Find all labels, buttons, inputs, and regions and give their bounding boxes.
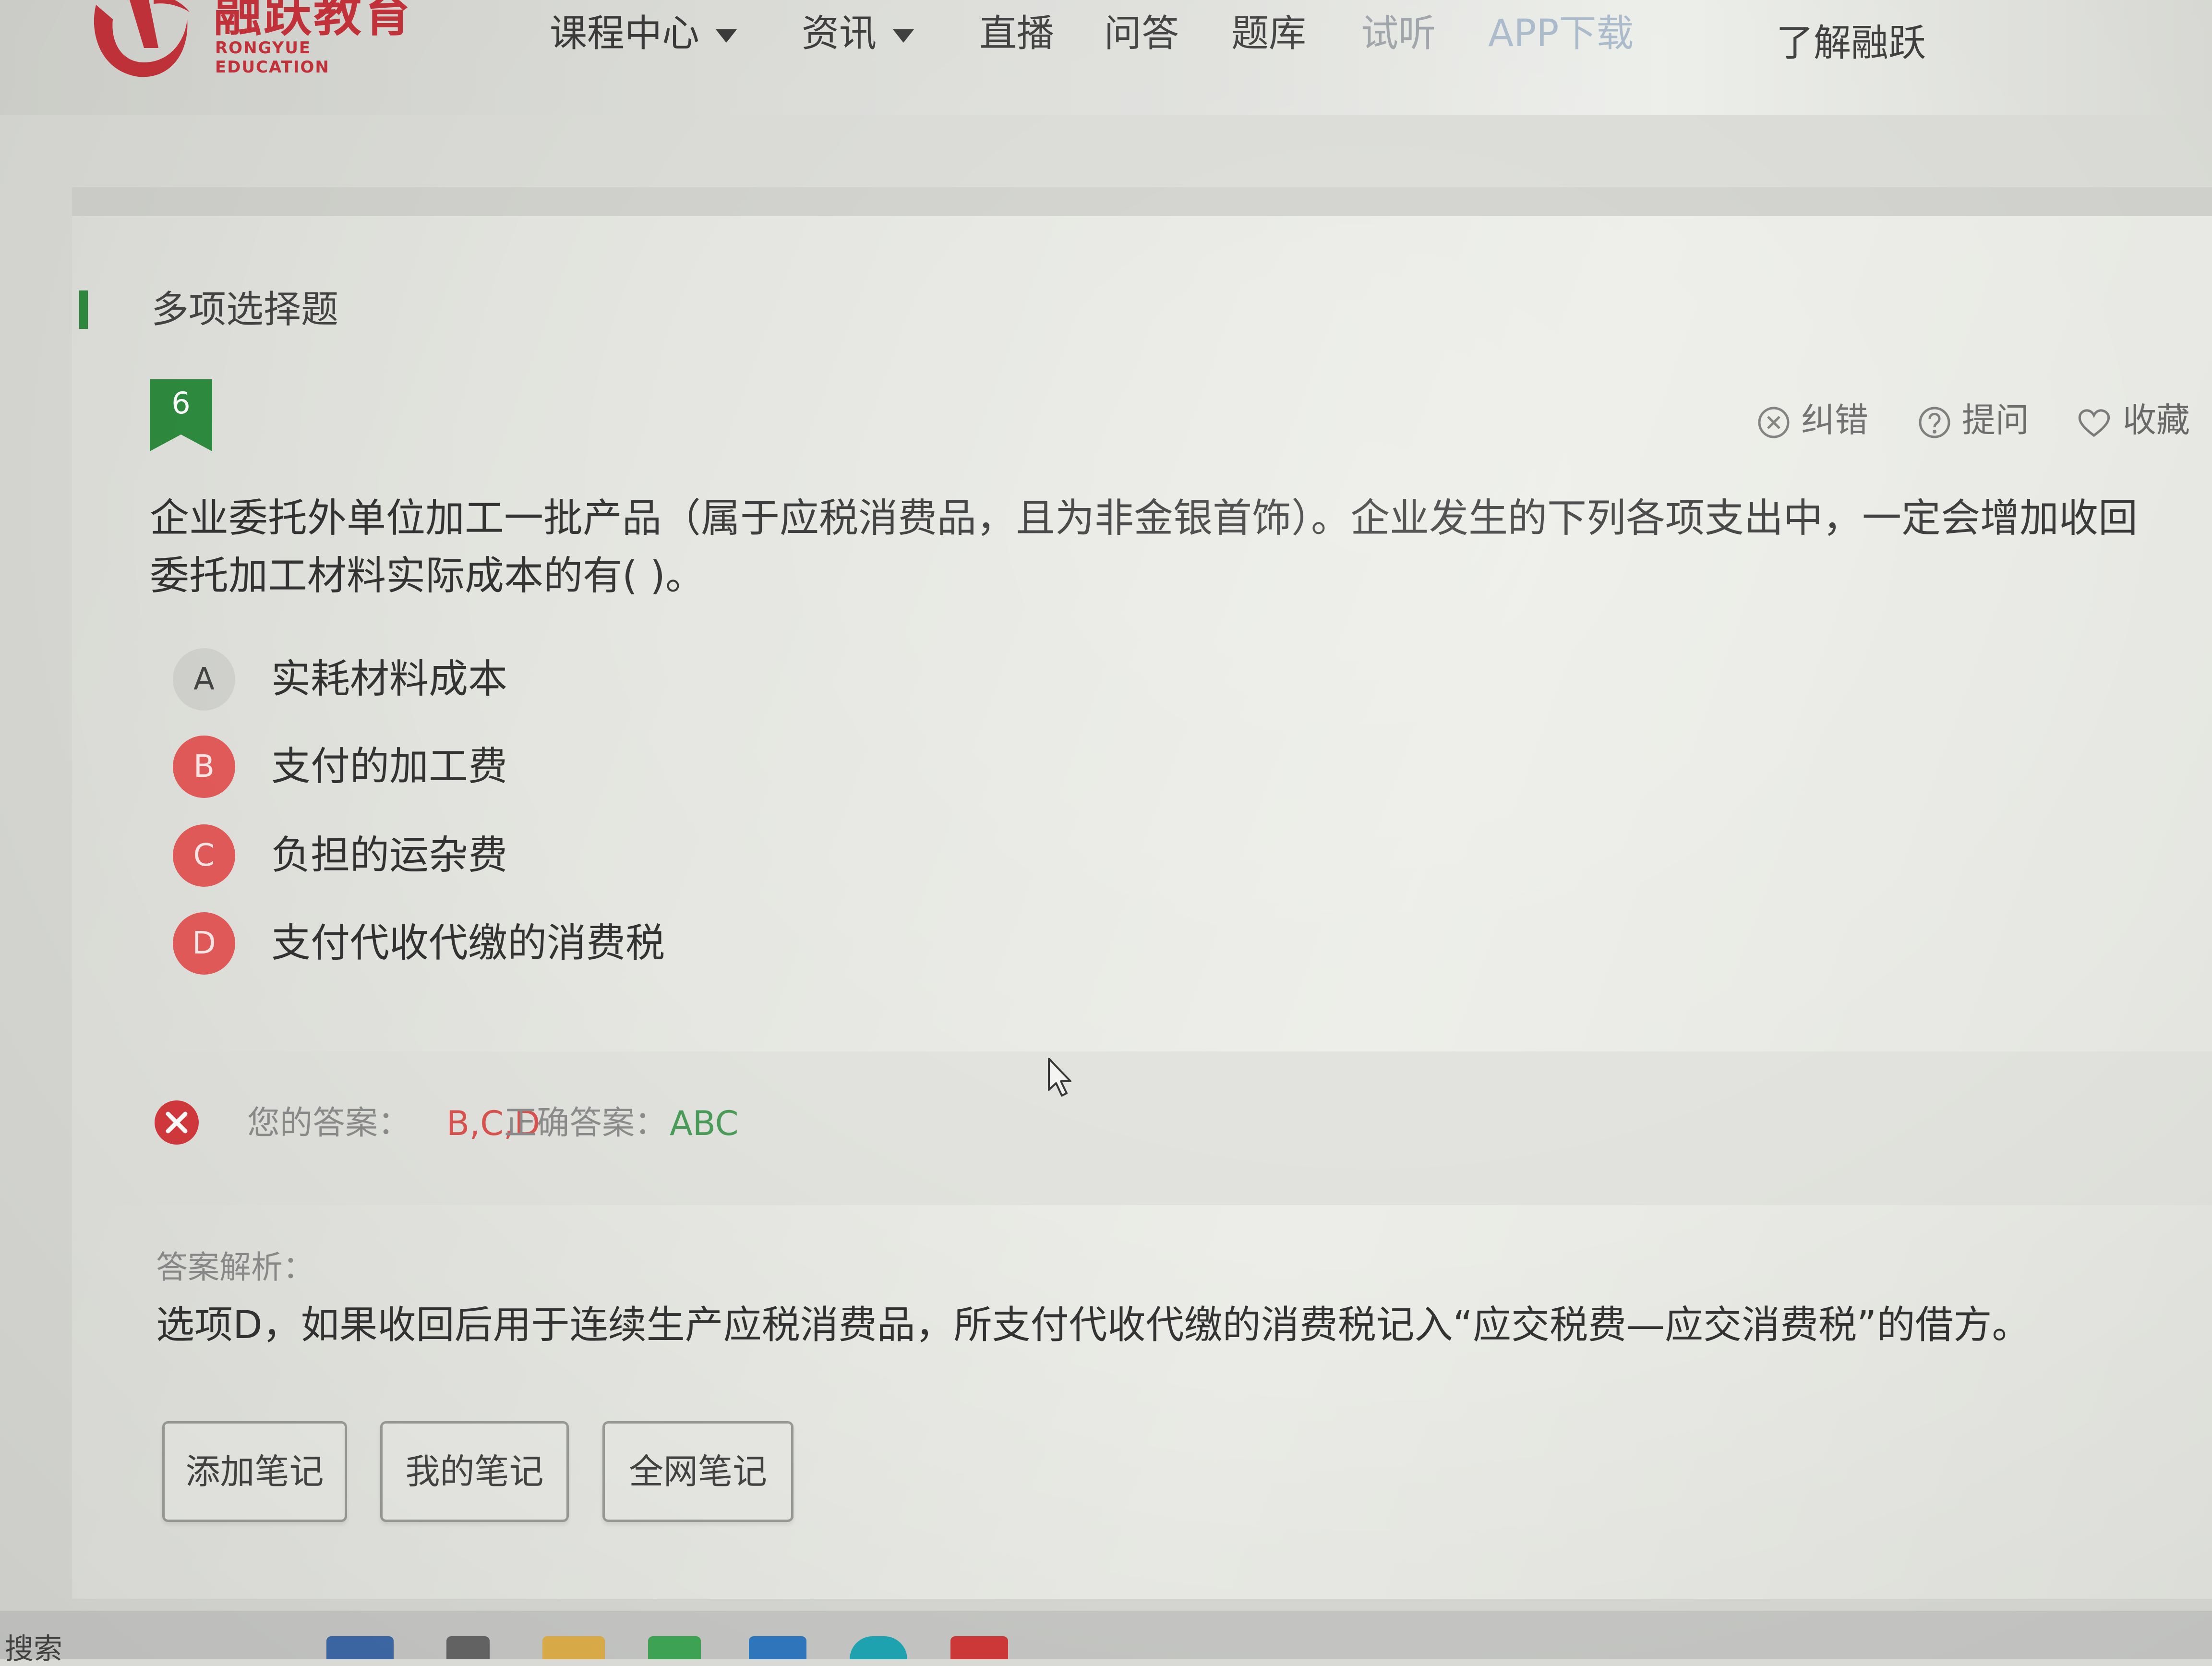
nav-course-center[interactable]: 课程中心 <box>550 5 737 62</box>
nav-live[interactable]: 直播 <box>979 5 1054 62</box>
section-accent-bar <box>79 290 88 329</box>
taskbar-app-icon[interactable] <box>950 1636 1008 1659</box>
option-a-text: 实耗材料成本 <box>271 656 508 702</box>
brand-logo[interactable]: 融跃教育 RONGYUE EDUCATION <box>86 0 422 86</box>
folder-icon[interactable] <box>542 1636 605 1659</box>
question-panel <box>72 216 2212 1599</box>
add-note-button[interactable]: 添加笔记 <box>162 1421 347 1522</box>
header-divider <box>72 187 2212 216</box>
option-b-letter: B <box>173 736 235 798</box>
question-text: 企业委托外单位加工一批产品（属于应税消费品，且为非金银首饰）。企业发生的下列各项… <box>150 495 2138 599</box>
section-title: 多项选择题 <box>151 288 339 331</box>
nav-news-label: 资讯 <box>802 12 877 55</box>
nav-news[interactable]: 资讯 <box>802 5 914 62</box>
ask-button[interactable]: 提问 <box>1918 396 2029 444</box>
all-notes-button[interactable]: 全网笔记 <box>602 1421 793 1522</box>
taskbar-app-icon[interactable] <box>446 1636 490 1659</box>
brand-logo-icon <box>94 0 190 77</box>
ask-label: 提问 <box>1962 400 2029 440</box>
brand-name-en: RONGYUE EDUCATION <box>215 38 330 77</box>
nav-app-download[interactable]: APP下载 <box>1488 5 1634 62</box>
nav-qa[interactable]: 问答 <box>1104 5 1179 62</box>
taskbar-app-icon[interactable] <box>749 1636 806 1659</box>
analysis-label: 答案解析： <box>156 1249 314 1286</box>
my-notes-button[interactable]: 我的笔记 <box>380 1421 569 1522</box>
option-c-text: 负担的运杂费 <box>271 833 508 878</box>
taskbar-app-icon[interactable] <box>648 1636 701 1659</box>
analysis-text: 选项D，如果收回后用于连续生产应税消费品，所支付代收代缴的消费税记入“应交税费—… <box>156 1303 2031 1347</box>
option-a-letter: A <box>173 648 235 711</box>
wrong-answer-icon <box>155 1100 199 1145</box>
nav-course-center-label: 课程中心 <box>550 12 700 55</box>
option-d-text: 支付代收代缴的消费税 <box>271 920 665 966</box>
question-circle-icon <box>1919 407 1950 438</box>
your-answer-label: 您的答案： <box>247 1104 411 1142</box>
option-c-letter: C <box>173 824 235 887</box>
favorite-button[interactable]: 收藏 <box>2076 396 2190 444</box>
option-d-letter: D <box>173 912 235 975</box>
taskbar-search[interactable]: 搜索 <box>5 1635 62 1664</box>
taskbar-app-icon[interactable] <box>326 1636 394 1659</box>
correct-answer-label: 正确答案： <box>504 1104 668 1142</box>
correct-answer-value: ABC <box>670 1104 739 1143</box>
question-number: 6 <box>171 386 191 421</box>
chevron-down-icon <box>893 29 914 43</box>
brand-name-cn: 融跃教育 <box>214 0 413 42</box>
heart-icon <box>2078 409 2110 437</box>
option-b-text: 支付的加工费 <box>271 744 508 789</box>
close-circle-icon <box>1758 407 1790 438</box>
nav-question-bank[interactable]: 题库 <box>1231 5 1306 62</box>
nav-about[interactable]: 了解融跃 <box>1776 14 1926 72</box>
nav-trial[interactable]: 试听 <box>1361 5 1436 62</box>
chevron-down-icon <box>716 29 737 43</box>
correct-error-label: 纠错 <box>1801 400 1868 440</box>
mouse-cursor-icon <box>1048 1058 1071 1097</box>
favorite-label: 收藏 <box>2123 400 2190 440</box>
correct-error-button[interactable]: 纠错 <box>1757 396 1868 444</box>
